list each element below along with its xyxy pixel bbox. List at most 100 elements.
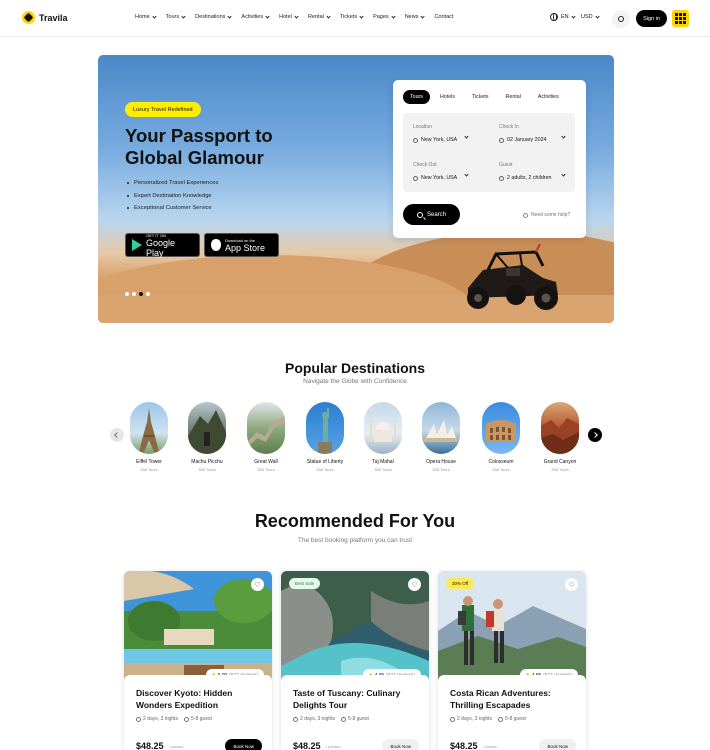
- chevron-down-icon: [464, 172, 469, 177]
- nav-activities[interactable]: Activities: [241, 13, 270, 20]
- tab-tickets[interactable]: Tickets: [465, 90, 496, 104]
- checkin-field[interactable]: Check In 02 January 2024: [489, 115, 571, 151]
- nav-home[interactable]: Home: [135, 13, 157, 20]
- nav-news[interactable]: News: [404, 13, 426, 20]
- brand-name: Travila: [39, 12, 68, 23]
- location-pin-icon: [413, 137, 418, 143]
- book-now-button[interactable]: Book Now: [539, 739, 576, 750]
- search-fields: Location New York, USA Check In 02 Janua…: [403, 113, 575, 192]
- destinations-prev-button[interactable]: [110, 428, 124, 442]
- destination-card[interactable]: Colosseum 356 Tours: [481, 402, 521, 472]
- guest-field[interactable]: Guest 2 adults, 2 children: [489, 153, 571, 189]
- card-title[interactable]: Costa Rican Adventures: Thrilling Escapa…: [450, 687, 578, 711]
- slider-dot[interactable]: [146, 292, 150, 296]
- nav-pages[interactable]: Pages: [373, 13, 396, 20]
- great-wall-image: [247, 402, 285, 454]
- popular-title: Popular Destinations: [284, 360, 426, 376]
- destination-tours: 356 Tours: [316, 467, 334, 472]
- main-nav: Home Tours Destinations Activities Hotel…: [135, 13, 463, 20]
- signin-button[interactable]: Sign in: [636, 10, 667, 27]
- google-play-button[interactable]: GET IT ON Google Play: [125, 233, 200, 258]
- card-price-note: / person: [326, 744, 341, 749]
- chevron-down-icon: [326, 13, 331, 19]
- chevron-right-icon: [592, 432, 598, 438]
- grid-dot-icon: [679, 17, 682, 20]
- tour-card[interactable]: Best Sale ♡ ★ 4.95 (672 reviews) Taste o…: [281, 571, 429, 750]
- brand-logo[interactable]: Travila: [22, 11, 68, 24]
- theme-toggle-button[interactable]: [612, 10, 630, 28]
- checkout-field[interactable]: Check Out New York, USA: [403, 153, 485, 189]
- currency-selector[interactable]: USD: [581, 13, 600, 20]
- taj-mahal-icon: [370, 420, 396, 442]
- nav-contact[interactable]: Contact: [434, 14, 453, 20]
- search-button[interactable]: Search: [403, 204, 460, 225]
- hero-badge: Luxury Travel Redefined: [125, 102, 201, 117]
- tour-card[interactable]: ♡ ★ 5.00 (672 reviews) Discover Kyoto: H…: [124, 571, 272, 750]
- nav-tickets[interactable]: Tickets: [340, 13, 364, 20]
- guests-value: 5-8 guest: [348, 716, 369, 722]
- popular-subtitle: Navigate the Globe with Confidence: [303, 378, 407, 385]
- heart-icon[interactable]: ♡: [408, 578, 421, 591]
- slider-dot[interactable]: [125, 292, 129, 296]
- google-play-text: GET IT ON Google Play: [146, 233, 193, 258]
- globe-icon: [550, 13, 558, 21]
- nav-hotel[interactable]: Hotel: [279, 13, 299, 20]
- tab-activities[interactable]: Activities: [531, 90, 566, 104]
- card-title[interactable]: Discover Kyoto: Hidden Wonders Expeditio…: [136, 687, 264, 711]
- opera-house-image: [422, 402, 460, 454]
- destination-tours: 356 Tours: [432, 467, 450, 472]
- heart-icon[interactable]: ♡: [565, 578, 578, 591]
- hero-slider-dots: [125, 292, 150, 296]
- hero-feature-list: Personalized Travel Experiences Expert D…: [127, 180, 218, 218]
- search-tabs: Tours Hotels Tickets Rental Activities: [403, 90, 566, 104]
- destination-name: Opera House: [426, 459, 456, 465]
- slider-dot[interactable]: [132, 292, 136, 296]
- calendar-icon: [413, 175, 418, 181]
- destination-card[interactable]: Machu Picchu 356 Tours: [187, 402, 227, 472]
- destination-tours: 356 Tours: [140, 467, 158, 472]
- tab-tours[interactable]: Tours: [403, 90, 430, 104]
- currency-value: USD: [581, 14, 593, 20]
- destination-card[interactable]: Taj Mahal 356 Tours: [363, 402, 403, 472]
- destination-card[interactable]: Great Wall 356 Tours: [246, 402, 286, 472]
- book-now-button[interactable]: Book Now: [382, 739, 419, 750]
- tour-card[interactable]: 30% Off ♡ ★ 4.95 (672 reviews) Costa Ric…: [438, 571, 586, 750]
- slider-dot-active[interactable]: [139, 292, 143, 296]
- nav-destinations[interactable]: Destinations: [195, 13, 233, 20]
- heart-icon[interactable]: ♡: [251, 578, 264, 591]
- tab-hotels[interactable]: Hotels: [433, 90, 462, 104]
- card-body: Discover Kyoto: Hidden Wonders Expeditio…: [124, 675, 272, 750]
- destinations-next-button[interactable]: [588, 428, 602, 442]
- book-now-button[interactable]: Book Now: [225, 739, 262, 750]
- destination-card[interactable]: Grand Canyon 356 Tours: [540, 402, 580, 472]
- grand-canyon-image: [541, 402, 579, 454]
- user-icon: [498, 716, 504, 722]
- location-field[interactable]: Location New York, USA: [403, 115, 485, 151]
- destination-card[interactable]: Eiffel Tower 356 Tours: [129, 402, 169, 472]
- language-selector[interactable]: EN: [550, 13, 576, 21]
- card-title[interactable]: Taste of Tuscany: Culinary Delights Tour: [293, 687, 421, 711]
- card-price: $48.25: [136, 741, 164, 750]
- nav-tours[interactable]: Tours: [166, 13, 186, 20]
- nav-rental[interactable]: Rental: [308, 13, 331, 20]
- tab-rental[interactable]: Rental: [499, 90, 528, 104]
- chevron-down-icon: [595, 13, 600, 19]
- clock-icon: [136, 716, 141, 722]
- help-link[interactable]: Need some help?: [523, 212, 570, 218]
- clock-icon: [293, 716, 298, 722]
- destination-name: Statue of Liberty: [306, 459, 344, 465]
- grid-dot-icon: [683, 17, 686, 20]
- duration-value: 2 days, 3 nights: [143, 716, 179, 722]
- nav-activities-label: Activities: [241, 14, 264, 20]
- chevron-down-icon: [420, 13, 426, 19]
- grid-dot-icon: [683, 13, 686, 16]
- destination-card[interactable]: Statue of Liberty 356 Tours: [305, 402, 345, 472]
- grid-dot-icon: [679, 13, 682, 16]
- menu-grid-button[interactable]: [672, 10, 689, 27]
- destination-card[interactable]: Opera House 356 Tours: [421, 402, 461, 472]
- hero-feature-item: Personalized Travel Experiences: [127, 180, 218, 186]
- clock-icon: [450, 716, 455, 722]
- destination-name: Taj Mahal: [372, 459, 394, 465]
- nav-news-label: News: [404, 14, 419, 20]
- app-store-button[interactable]: Download on the App Store: [204, 233, 279, 257]
